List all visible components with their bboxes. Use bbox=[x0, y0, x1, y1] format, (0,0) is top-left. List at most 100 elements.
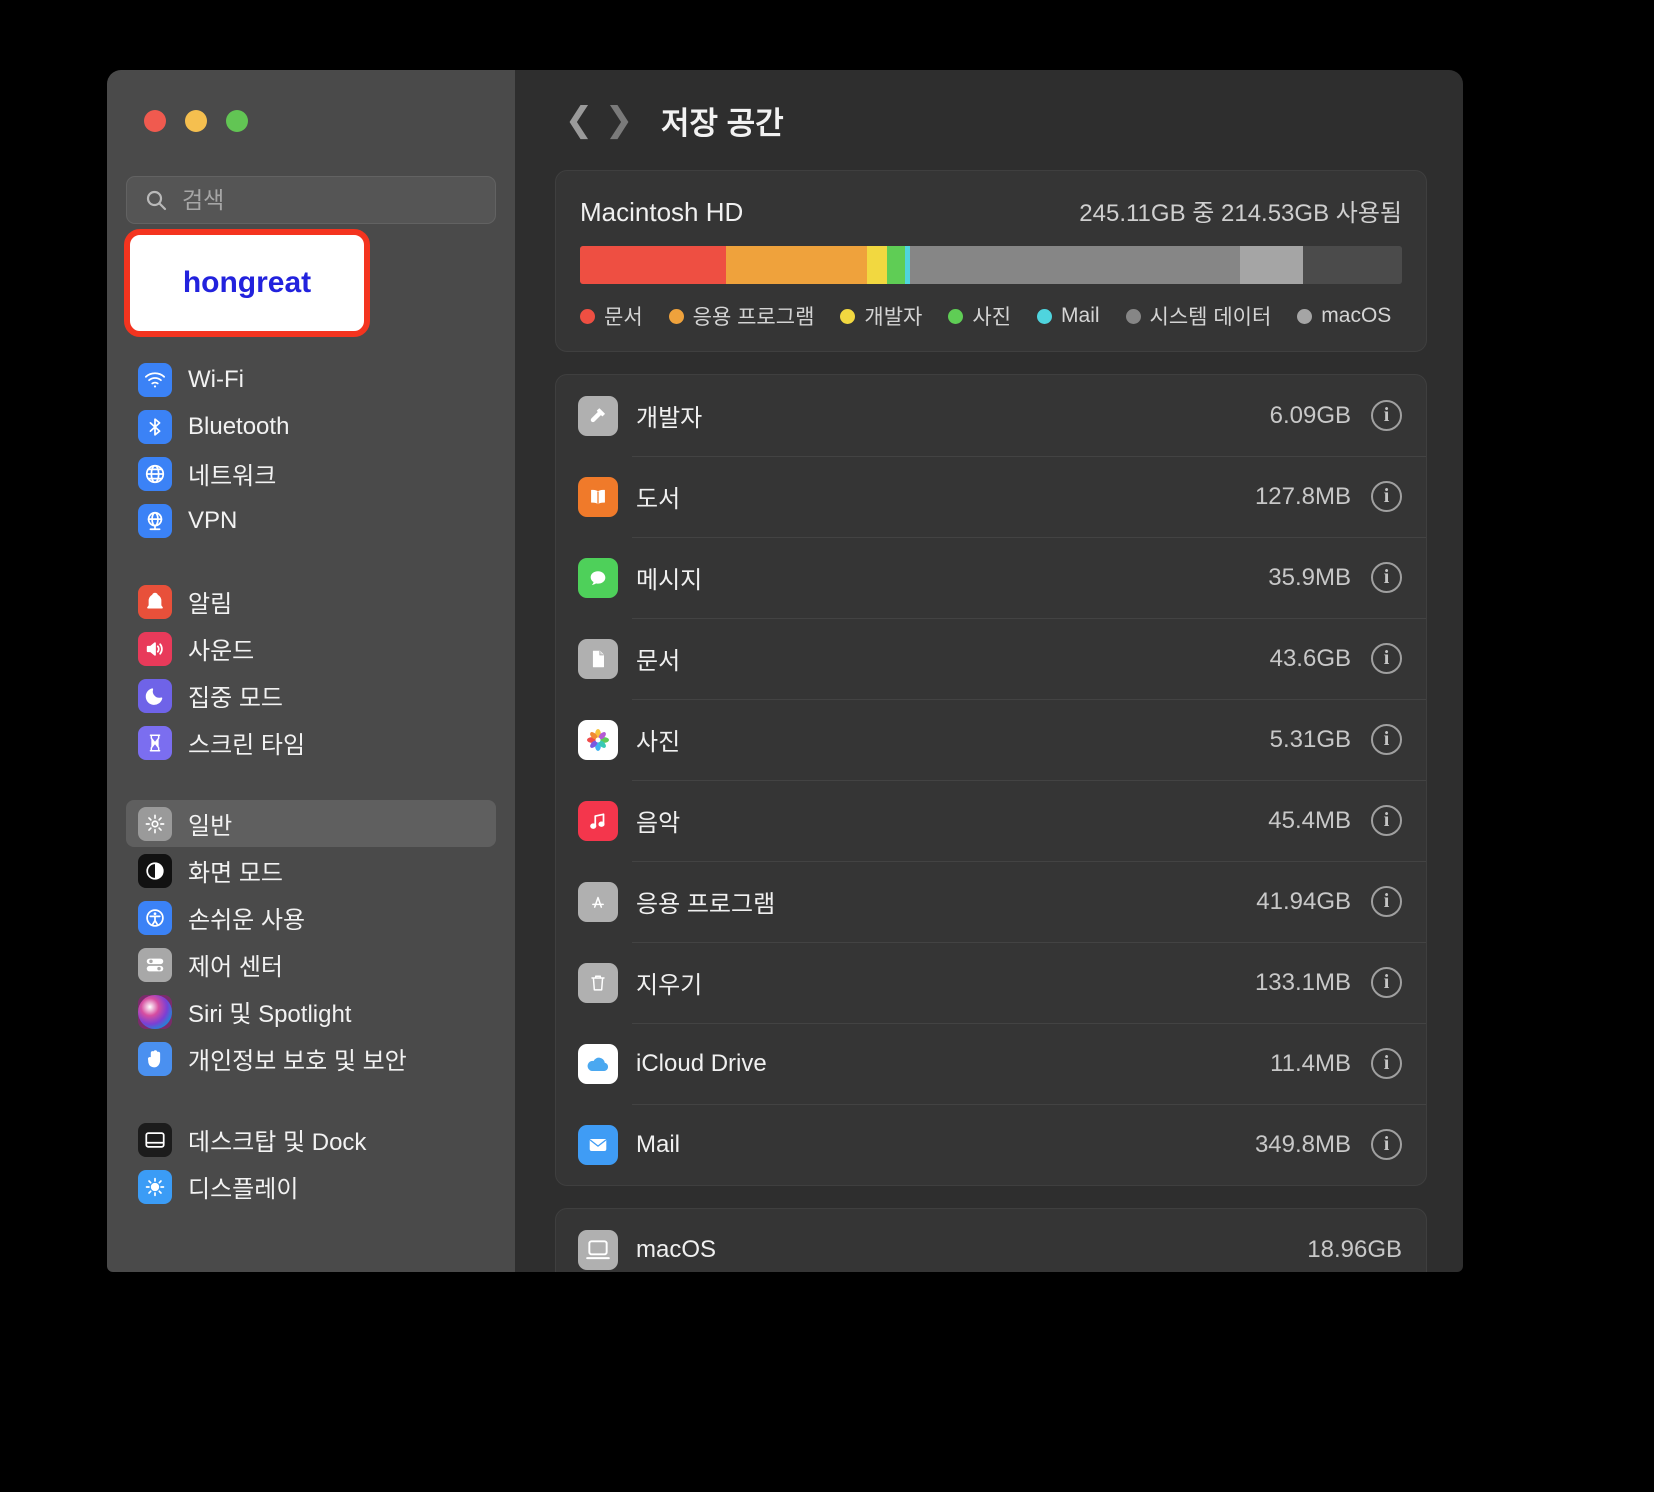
info-icon[interactable]: i bbox=[1371, 1048, 1402, 1079]
hourglass-icon bbox=[138, 725, 172, 760]
chevron-right-icon[interactable]: ❯ bbox=[599, 103, 639, 137]
window-controls bbox=[144, 110, 248, 132]
table-row[interactable]: Mail 349.8MB i bbox=[556, 1104, 1426, 1185]
table-row[interactable]: 응용 프로그램 41.94GB i bbox=[556, 861, 1426, 942]
table-row[interactable]: iCloud Drive 11.4MB i bbox=[556, 1023, 1426, 1104]
sidebar-item-label: 사운드 bbox=[188, 638, 255, 665]
storage-summary-header: Macintosh HD 245.11GB 중 214.53GB 사용됨 bbox=[580, 193, 1402, 228]
appearance-icon bbox=[138, 853, 172, 888]
legend-item: 개발자 bbox=[840, 301, 922, 331]
storage-segment-macOS bbox=[1240, 246, 1304, 284]
sidebar-item-label: 손쉬운 사용 bbox=[188, 907, 306, 934]
legend-item: 시스템 데이터 bbox=[1125, 301, 1271, 331]
legend-label: Mail bbox=[1061, 304, 1100, 327]
trash-icon bbox=[578, 962, 618, 1003]
table-row[interactable]: macOS 18.96GB bbox=[556, 1209, 1426, 1272]
legend-label: 사진 bbox=[972, 306, 1012, 329]
sidebar-item-label: Siri 및 Spotlight bbox=[188, 1001, 352, 1028]
sidebar-group-1: 알림사운드집중 모드 스크린 타임 bbox=[126, 578, 496, 766]
sidebar-item-label: 제어 센터 bbox=[188, 954, 283, 981]
row-label: 음악 bbox=[636, 810, 681, 837]
legend-dot-icon bbox=[1037, 308, 1053, 324]
sidebar-item-Bluetooth[interactable]: Bluetooth bbox=[126, 403, 496, 450]
legend-label: 개발자 bbox=[864, 306, 923, 329]
legend-item: macOS bbox=[1297, 304, 1391, 328]
system-settings-window: hongreat Wi-Fi Bluetooth 네트워크 VPN 알림사운드집중 모드… bbox=[107, 70, 1463, 1272]
row-size: 11.4MB bbox=[1270, 1049, 1351, 1077]
sidebar-item-디스플레이[interactable]: 디스플레이 bbox=[126, 1163, 496, 1210]
sidebar-item-label: Wi-Fi bbox=[188, 365, 244, 393]
row-size: 349.8MB bbox=[1254, 1130, 1351, 1158]
sidebar-item-Siri-및-Spotlight[interactable]: Siri 및 Spotlight bbox=[126, 988, 496, 1035]
sidebar-item-사운드[interactable]: 사운드 bbox=[126, 625, 496, 672]
info-icon[interactable]: i bbox=[1371, 886, 1402, 917]
search-input[interactable] bbox=[180, 185, 464, 215]
sidebar-item-네트워크[interactable]: 네트워크 bbox=[126, 450, 496, 497]
moon-icon bbox=[138, 678, 172, 713]
row-size: 133.1MB bbox=[1254, 968, 1351, 996]
sidebar-item-제어-센터[interactable]: 제어 센터 bbox=[126, 941, 496, 988]
row-label: 사진 bbox=[636, 729, 681, 756]
chevron-left-icon[interactable]: ❮ bbox=[559, 103, 599, 137]
maximize-button[interactable] bbox=[226, 110, 248, 132]
row-label: 메시지 bbox=[636, 567, 703, 594]
row-label: 개발자 bbox=[636, 405, 703, 432]
legend-dot-icon bbox=[580, 308, 595, 324]
row-size: 45.4MB bbox=[1268, 806, 1351, 834]
main-pane: ❮ ❯ 저장 공간 Macintosh HD 245.11GB 중 214.53… bbox=[515, 70, 1463, 1272]
sidebar-item-label: 디스플레이 bbox=[188, 1176, 299, 1203]
sidebar-group-3: 데스크탑 및 Dock 디스플레이 bbox=[126, 1116, 496, 1210]
sidebar-item-데스크탑-및-Dock[interactable]: 데스크탑 및 Dock bbox=[126, 1116, 496, 1163]
sidebar-item-집중-모드[interactable]: 집중 모드 bbox=[126, 672, 496, 719]
info-icon[interactable]: i bbox=[1371, 1129, 1402, 1160]
table-row[interactable]: 지우기 133.1MB i bbox=[556, 942, 1426, 1023]
info-icon[interactable]: i bbox=[1371, 562, 1402, 593]
row-size: 6.09GB bbox=[1269, 401, 1351, 429]
legend-item: 문서 bbox=[580, 301, 643, 331]
table-row[interactable]: 도서 127.8MB i bbox=[556, 456, 1426, 537]
info-icon[interactable]: i bbox=[1371, 724, 1402, 755]
sidebar-item-VPN[interactable]: VPN bbox=[126, 497, 496, 544]
storage-usage-bar bbox=[580, 246, 1402, 284]
close-button[interactable] bbox=[144, 110, 166, 132]
table-row[interactable]: 개발자 6.09GB i bbox=[556, 375, 1426, 456]
siri-icon bbox=[138, 994, 172, 1029]
table-row[interactable]: 음악 45.4MB i bbox=[556, 780, 1426, 861]
sidebar-group-2: 일반화면 모드손쉬운 사용제어 센터 Siri 및 Spotlight 개인정보 보… bbox=[126, 800, 496, 1082]
storage-categories-list: 개발자 6.09GB i 도서 127.8MB i 메시지 35.9MB i 문서 43.6GB i 사… bbox=[555, 374, 1427, 1186]
table-row[interactable]: 문서 43.6GB i bbox=[556, 618, 1426, 699]
speaker-icon bbox=[138, 631, 172, 666]
display-brightness-icon bbox=[138, 1169, 172, 1204]
legend-label: macOS bbox=[1321, 304, 1392, 327]
sidebar-item-Wi-Fi[interactable]: Wi-Fi bbox=[126, 356, 496, 403]
sidebar-item-스크린-타임[interactable]: 스크린 타임 bbox=[126, 719, 496, 766]
info-icon[interactable]: i bbox=[1371, 967, 1402, 998]
search-field[interactable] bbox=[126, 176, 496, 224]
storage-summary-card: Macintosh HD 245.11GB 중 214.53GB 사용됨 문서 응… bbox=[555, 170, 1427, 352]
annotation-label: hongreat bbox=[182, 266, 312, 299]
minimize-button[interactable] bbox=[185, 110, 207, 132]
storage-segment-문서 bbox=[580, 246, 727, 284]
sidebar-item-개인정보-보호-및-보안[interactable]: 개인정보 보호 및 보안 bbox=[126, 1035, 496, 1082]
legend-item: Mail bbox=[1037, 304, 1100, 328]
sidebar-nav: Wi-Fi Bluetooth 네트워크 VPN 알림사운드집중 모드 스크린 타임일반화… bbox=[126, 356, 496, 1210]
row-size: 18.96GB bbox=[1307, 1235, 1402, 1263]
sidebar-item-label: 화면 모드 bbox=[188, 860, 283, 887]
sidebar-item-손쉬운-사용[interactable]: 손쉬운 사용 bbox=[126, 894, 496, 941]
sidebar-item-화면-모드[interactable]: 화면 모드 bbox=[126, 847, 496, 894]
storage-segment-여유-공간 bbox=[1303, 246, 1402, 284]
info-icon[interactable]: i bbox=[1371, 643, 1402, 674]
info-icon[interactable]: i bbox=[1371, 481, 1402, 512]
legend-dot-icon bbox=[1297, 308, 1313, 324]
row-label: 지우기 bbox=[636, 972, 703, 999]
sidebar-item-알림[interactable]: 알림 bbox=[126, 578, 496, 625]
info-icon[interactable]: i bbox=[1371, 400, 1402, 431]
legend-label: 응용 프로그램 bbox=[692, 306, 815, 329]
table-row[interactable]: 사진 5.31GB i bbox=[556, 699, 1426, 780]
sidebar-item-일반[interactable]: 일반 bbox=[126, 800, 496, 847]
photos-icon bbox=[578, 719, 618, 760]
sidebar: hongreat Wi-Fi Bluetooth 네트워크 VPN 알림사운드집중 모드… bbox=[107, 70, 515, 1272]
sidebar-group-0: Wi-Fi Bluetooth 네트워크 VPN bbox=[126, 356, 496, 544]
table-row[interactable]: 메시지 35.9MB i bbox=[556, 537, 1426, 618]
info-icon[interactable]: i bbox=[1371, 805, 1402, 836]
